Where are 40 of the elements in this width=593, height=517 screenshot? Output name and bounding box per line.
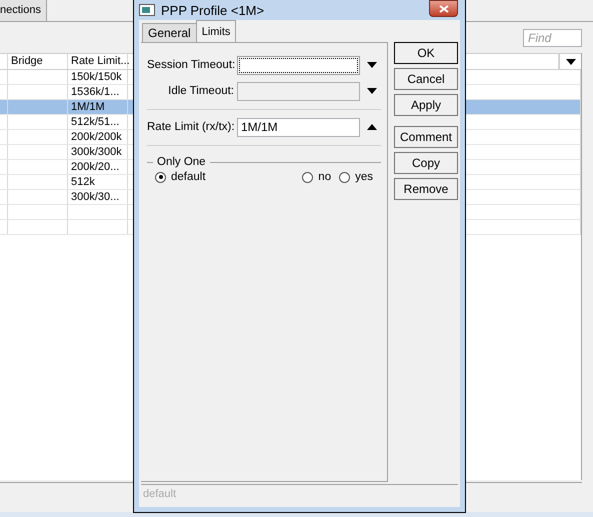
field-label: Rate Limit (rx/tx): — [147, 121, 236, 133]
field-label: Idle Timeout: — [167, 85, 235, 97]
table-cell: 300k/300k — [68, 145, 128, 159]
dialog-button[interactable]: Copy — [394, 152, 458, 174]
input-field[interactable]: 1M/1M — [237, 118, 360, 136]
table-cell: 200k/20... — [68, 160, 128, 174]
radio-icon[interactable] — [155, 172, 166, 182]
table-cell: 1M/1M — [68, 100, 128, 114]
tab[interactable]: nections — [0, 0, 47, 21]
radio-icon[interactable] — [339, 172, 350, 182]
dialog-button[interactable]: OK — [394, 42, 458, 64]
table-cell: 1536k/1... — [68, 85, 128, 99]
down-arrow-icon — [367, 88, 377, 94]
down-arrow-icon — [566, 58, 576, 64]
window-title: PPP Profile <1M> — [161, 2, 266, 18]
dialog-button[interactable]: Remove — [394, 178, 458, 200]
find-field[interactable]: Find — [523, 28, 582, 46]
group-title: Only One — [157, 156, 206, 168]
field-label: Session Timeout: — [147, 59, 236, 71]
table-cell: 150k/150k — [68, 70, 128, 84]
close-icon — [438, 4, 448, 12]
up-arrow-icon — [367, 124, 377, 130]
radio-option[interactable]: default — [155, 171, 206, 183]
table-cell: 300k/30... — [68, 190, 128, 204]
dialog-button[interactable]: Comment — [394, 126, 458, 148]
input-field[interactable] — [237, 56, 360, 74]
radio-icon[interactable] — [302, 172, 314, 182]
status-text: default — [141, 484, 458, 505]
radio-option[interactable]: yes — [339, 171, 373, 183]
dialog-button[interactable]: Cancel — [394, 68, 458, 90]
radio-option[interactable]: no — [302, 171, 332, 183]
window-icon — [139, 4, 155, 16]
tab[interactable]: Limits — [196, 20, 236, 42]
table-cell: 512k/51... — [68, 115, 128, 129]
tab[interactable]: General — [142, 23, 197, 42]
table-cell: 512k — [68, 175, 128, 189]
close-button[interactable] — [429, 0, 458, 17]
down-arrow-icon — [367, 62, 377, 68]
dialog-button[interactable]: Apply — [394, 94, 458, 116]
table-cell: 200k/200k — [68, 130, 128, 144]
